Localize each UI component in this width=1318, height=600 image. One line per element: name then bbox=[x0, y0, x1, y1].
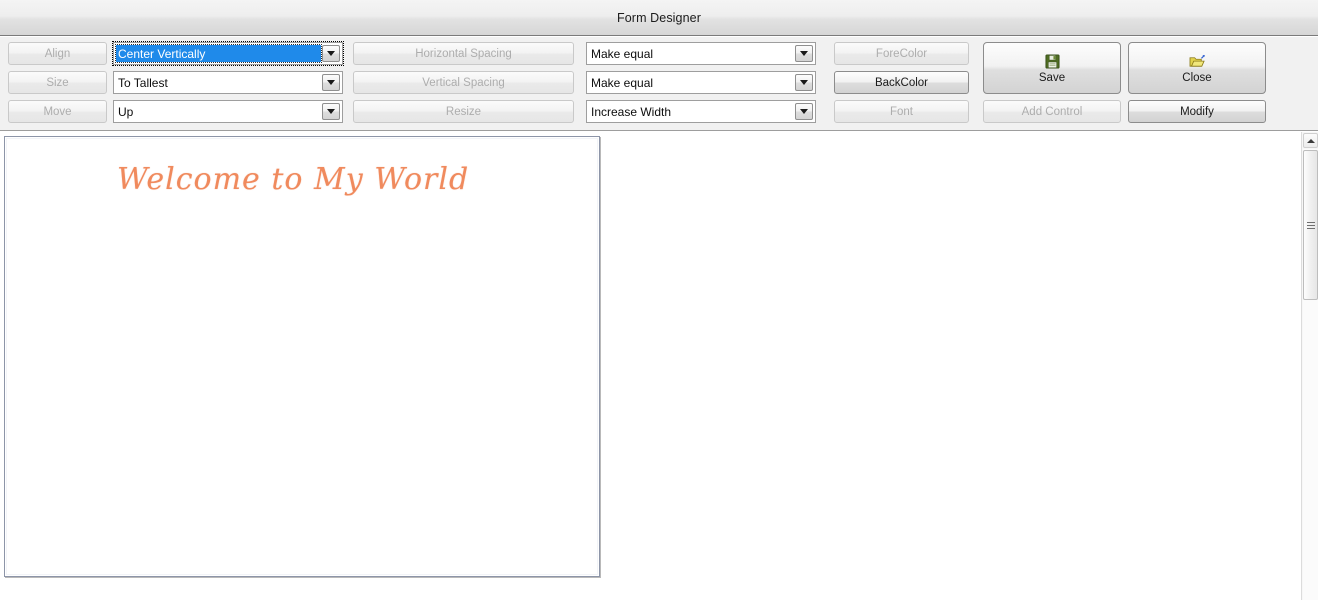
size-mode-dropdown-arrow[interactable] bbox=[322, 74, 340, 91]
window-titlebar: Form Designer bbox=[0, 0, 1318, 36]
save-button-label: Save bbox=[1038, 71, 1066, 84]
horizontal-spacing-button[interactable]: Horizontal Spacing bbox=[353, 42, 574, 65]
forecolor-button[interactable]: ForeColor bbox=[834, 42, 969, 65]
designer-workarea: Welcome to My World bbox=[0, 132, 1318, 600]
save-button[interactable]: Save bbox=[983, 42, 1121, 94]
vertical-spacing-button[interactable]: Vertical Spacing bbox=[353, 71, 574, 94]
backcolor-button[interactable]: BackColor bbox=[834, 71, 969, 94]
close-button[interactable]: Close bbox=[1128, 42, 1266, 94]
backcolor-label: BackColor bbox=[874, 76, 929, 89]
designer-toolbar: Align Size Move Center Vertically To Tal… bbox=[0, 37, 1318, 131]
horizontal-spacing-value: Make equal bbox=[591, 46, 654, 61]
chevron-down-icon bbox=[327, 109, 335, 114]
chevron-down-icon bbox=[800, 51, 808, 56]
chevron-down-icon bbox=[327, 80, 335, 85]
resize-mode-value: Increase Width bbox=[591, 104, 672, 119]
add-control-label: Add Control bbox=[1021, 105, 1083, 118]
align-button-label: Align bbox=[44, 47, 71, 60]
form-canvas-surface[interactable]: Welcome to My World bbox=[6, 138, 598, 575]
horizontal-spacing-dropdown-arrow[interactable] bbox=[795, 45, 813, 62]
size-mode-combobox[interactable]: To Tallest bbox=[113, 71, 343, 94]
align-mode-dropdown-arrow[interactable] bbox=[322, 45, 340, 62]
chevron-up-icon bbox=[1306, 138, 1315, 143]
chevron-down-icon bbox=[327, 51, 335, 56]
modify-button[interactable]: Modify bbox=[1128, 100, 1266, 123]
resize-button[interactable]: Resize bbox=[353, 100, 574, 123]
resize-mode-dropdown-arrow[interactable] bbox=[795, 103, 813, 120]
open-folder-icon bbox=[1188, 53, 1206, 71]
chevron-down-icon bbox=[800, 109, 808, 114]
vertical-spacing-combobox[interactable]: Make equal bbox=[586, 71, 816, 94]
align-button[interactable]: Align bbox=[8, 42, 107, 65]
size-button[interactable]: Size bbox=[8, 71, 107, 94]
vertical-spacing-value: Make equal bbox=[591, 75, 654, 90]
move-button[interactable]: Move bbox=[8, 100, 107, 123]
move-direction-value: Up bbox=[118, 104, 134, 119]
forecolor-label: ForeColor bbox=[875, 47, 928, 60]
font-button[interactable]: Font bbox=[834, 100, 969, 123]
vertical-spacing-dropdown-arrow[interactable] bbox=[795, 74, 813, 91]
font-label: Font bbox=[889, 105, 913, 118]
scroll-up-button[interactable] bbox=[1303, 133, 1318, 148]
vertical-spacing-label: Vertical Spacing bbox=[422, 76, 505, 89]
floppy-disk-icon bbox=[1043, 53, 1061, 71]
vertical-scrollbar-thumb[interactable] bbox=[1303, 150, 1318, 300]
move-direction-dropdown-arrow[interactable] bbox=[322, 103, 340, 120]
vertical-scrollbar[interactable] bbox=[1301, 132, 1318, 600]
horizontal-spacing-combobox[interactable]: Make equal bbox=[586, 42, 816, 65]
align-mode-combobox[interactable]: Center Vertically bbox=[112, 41, 344, 66]
add-control-button[interactable]: Add Control bbox=[983, 100, 1121, 123]
form-designer-window: Form Designer Align Size Move Center Ver… bbox=[0, 0, 1318, 600]
move-direction-combobox[interactable]: Up bbox=[113, 100, 343, 123]
modify-label: Modify bbox=[1180, 105, 1214, 118]
size-button-label: Size bbox=[46, 76, 69, 89]
window-title: Form Designer bbox=[617, 10, 701, 25]
resize-mode-combobox[interactable]: Increase Width bbox=[586, 100, 816, 123]
close-button-label: Close bbox=[1182, 71, 1212, 84]
welcome-label[interactable]: Welcome to My World bbox=[117, 162, 469, 197]
size-mode-value: To Tallest bbox=[118, 75, 168, 90]
move-button-label: Move bbox=[43, 105, 72, 118]
horizontal-spacing-label: Horizontal Spacing bbox=[415, 47, 512, 60]
align-mode-value: Center Vertically bbox=[115, 44, 322, 63]
resize-label: Resize bbox=[445, 105, 482, 118]
form-canvas-panel[interactable]: Welcome to My World bbox=[4, 136, 600, 577]
scrollbar-grip-icon bbox=[1306, 221, 1315, 229]
chevron-down-icon bbox=[800, 80, 808, 85]
